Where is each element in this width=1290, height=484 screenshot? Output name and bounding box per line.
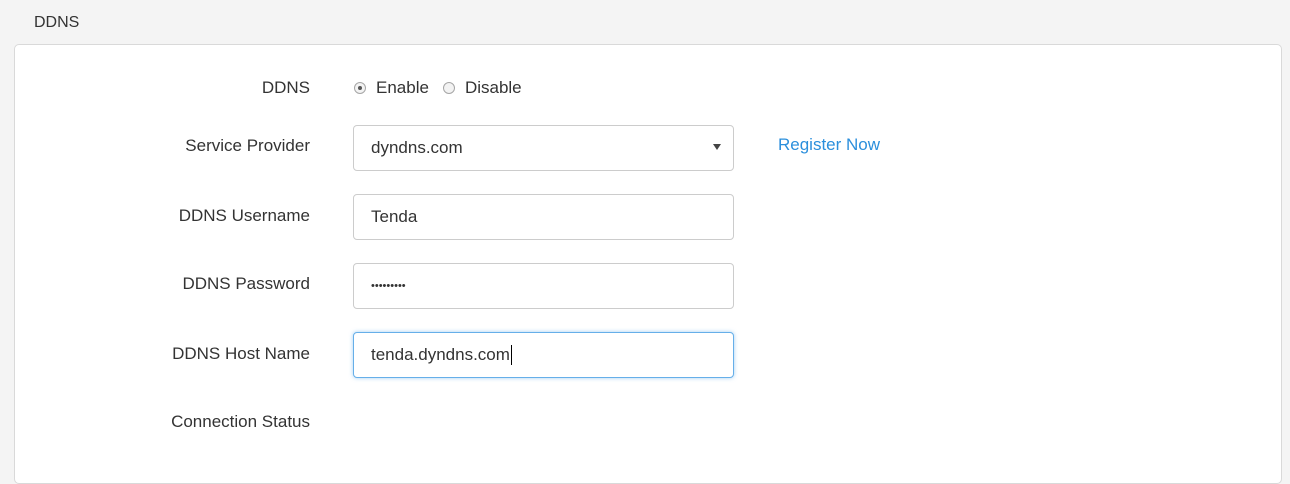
- enable-label: Enable: [376, 78, 429, 97]
- service-provider-select[interactable]: dyndns.com: [353, 125, 734, 171]
- ddns-password-value: •••••••••: [371, 280, 406, 292]
- ddns-radio-group: Enable Disable: [354, 78, 522, 98]
- service-provider-label: Service Provider: [185, 136, 310, 155]
- ddns-host-name-input[interactable]: tenda.dyndns.com: [353, 332, 734, 378]
- ddns-label: DDNS: [261, 78, 310, 97]
- dropdown-arrow-icon[interactable]: [713, 144, 721, 150]
- ddns-host-name-value: tenda.dyndns.com: [371, 345, 510, 364]
- connection-status-label: Connection Status: [171, 412, 310, 431]
- section-title: DDNS: [34, 14, 80, 31]
- ddns-password-label: DDNS Password: [182, 274, 310, 293]
- ddns-host-name-label: DDNS Host Name: [172, 344, 310, 363]
- ddns-username-input[interactable]: Tenda: [353, 194, 734, 240]
- ddns-username-value: Tenda: [371, 207, 418, 226]
- disable-label: Disable: [464, 78, 522, 97]
- service-provider-value: dyndns.com: [371, 138, 463, 157]
- ddns-enable-option[interactable]: Enable: [354, 78, 429, 98]
- ddns-password-input[interactable]: •••••••••: [353, 263, 734, 309]
- enable-radio-icon[interactable]: [354, 82, 366, 94]
- text-cursor: [510, 345, 512, 365]
- register-now-link[interactable]: Register Now: [778, 135, 880, 155]
- ddns-username-label: DDNS Username: [178, 206, 310, 225]
- ddns-disable-option[interactable]: Disable: [442, 78, 522, 98]
- disable-radio-icon[interactable]: [442, 82, 455, 94]
